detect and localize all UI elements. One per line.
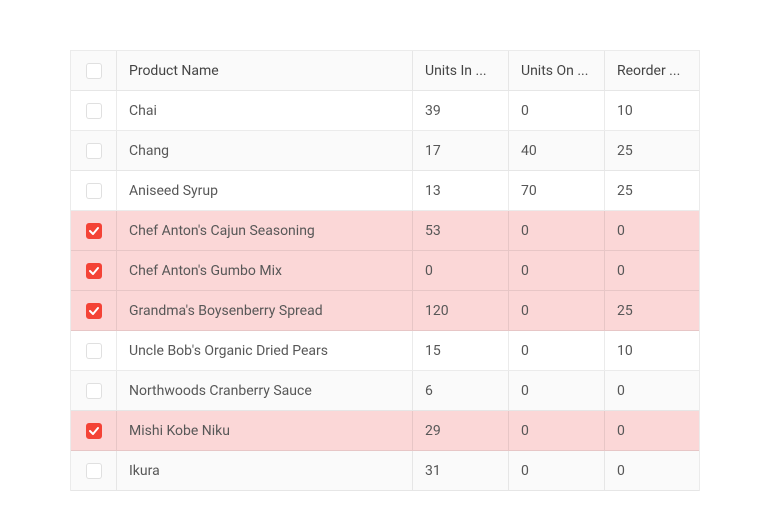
cell-product-name: Ikura (117, 451, 413, 490)
cell-units-on: 0 (509, 451, 605, 490)
cell-product-name: Aniseed Syrup (117, 171, 413, 210)
table-row[interactable]: Northwoods Cranberry Sauce 6 0 0 (71, 371, 699, 411)
cell-units-in: 13 (413, 171, 509, 210)
cell-units-on: 40 (509, 131, 605, 170)
cell-units-on: 0 (509, 251, 605, 290)
cell-reorder: 0 (605, 211, 701, 250)
cell-select (71, 451, 117, 490)
cell-units-on: 70 (509, 171, 605, 210)
table-header-row: Product Name Units In ... Units On ... R… (71, 51, 699, 91)
column-header-select (71, 51, 117, 90)
table-row[interactable]: Chef Anton's Gumbo Mix 0 0 0 (71, 251, 699, 291)
cell-units-in: 6 (413, 371, 509, 410)
cell-units-in: 31 (413, 451, 509, 490)
cell-product-name: Uncle Bob's Organic Dried Pears (117, 331, 413, 370)
products-table: Product Name Units In ... Units On ... R… (70, 50, 700, 491)
cell-select (71, 211, 117, 250)
cell-product-name: Chef Anton's Cajun Seasoning (117, 211, 413, 250)
table-row[interactable]: Chef Anton's Cajun Seasoning 53 0 0 (71, 211, 699, 251)
cell-reorder: 0 (605, 251, 701, 290)
cell-select (71, 331, 117, 370)
column-header-units-in[interactable]: Units In ... (413, 51, 509, 90)
cell-units-in: 0 (413, 251, 509, 290)
table-row[interactable]: Aniseed Syrup 13 70 25 (71, 171, 699, 211)
column-header-product-name[interactable]: Product Name (117, 51, 413, 90)
row-checkbox[interactable] (86, 143, 102, 159)
cell-product-name: Chef Anton's Gumbo Mix (117, 251, 413, 290)
cell-reorder: 10 (605, 91, 701, 130)
column-header-units-on[interactable]: Units On ... (509, 51, 605, 90)
cell-units-in: 53 (413, 211, 509, 250)
cell-reorder: 0 (605, 411, 701, 450)
row-checkbox[interactable] (86, 223, 102, 239)
row-checkbox[interactable] (86, 343, 102, 359)
column-header-reorder[interactable]: Reorder ... (605, 51, 701, 90)
cell-units-on: 0 (509, 371, 605, 410)
cell-units-on: 0 (509, 411, 605, 450)
cell-product-name: Mishi Kobe Niku (117, 411, 413, 450)
cell-select (71, 91, 117, 130)
cell-reorder: 25 (605, 171, 701, 210)
table-row[interactable]: Grandma's Boysenberry Spread 120 0 25 (71, 291, 699, 331)
table-row[interactable]: Uncle Bob's Organic Dried Pears 15 0 10 (71, 331, 699, 371)
cell-units-on: 0 (509, 211, 605, 250)
row-checkbox[interactable] (86, 103, 102, 119)
cell-units-on: 0 (509, 331, 605, 370)
cell-product-name: Chang (117, 131, 413, 170)
cell-units-in: 120 (413, 291, 509, 330)
cell-units-on: 0 (509, 91, 605, 130)
cell-units-in: 39 (413, 91, 509, 130)
cell-select (71, 131, 117, 170)
row-checkbox[interactable] (86, 423, 102, 439)
cell-product-name: Chai (117, 91, 413, 130)
row-checkbox[interactable] (86, 463, 102, 479)
cell-units-in: 29 (413, 411, 509, 450)
row-checkbox[interactable] (86, 263, 102, 279)
table-row[interactable]: Chang 17 40 25 (71, 131, 699, 171)
cell-reorder: 25 (605, 291, 701, 330)
cell-reorder: 10 (605, 331, 701, 370)
cell-select (71, 171, 117, 210)
table-row[interactable]: Chai 39 0 10 (71, 91, 699, 131)
table-row[interactable]: Mishi Kobe Niku 29 0 0 (71, 411, 699, 451)
cell-units-in: 17 (413, 131, 509, 170)
cell-reorder: 25 (605, 131, 701, 170)
cell-select (71, 251, 117, 290)
cell-select (71, 291, 117, 330)
table-row[interactable]: Ikura 31 0 0 (71, 451, 699, 491)
row-checkbox[interactable] (86, 183, 102, 199)
cell-units-in: 15 (413, 331, 509, 370)
cell-product-name: Northwoods Cranberry Sauce (117, 371, 413, 410)
cell-select (71, 411, 117, 450)
row-checkbox[interactable] (86, 383, 102, 399)
row-checkbox[interactable] (86, 303, 102, 319)
cell-product-name: Grandma's Boysenberry Spread (117, 291, 413, 330)
select-all-checkbox[interactable] (86, 63, 102, 79)
cell-reorder: 0 (605, 451, 701, 490)
cell-select (71, 371, 117, 410)
cell-units-on: 0 (509, 291, 605, 330)
cell-reorder: 0 (605, 371, 701, 410)
